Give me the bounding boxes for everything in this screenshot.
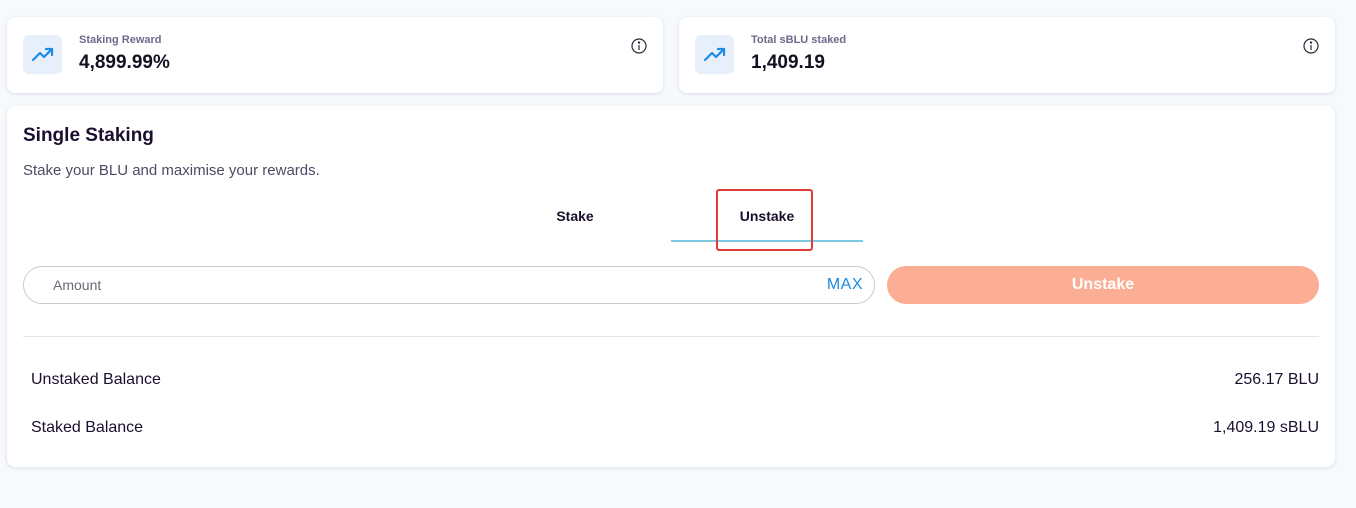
page-title: Single Staking: [23, 125, 154, 146]
tab-stake[interactable]: Stake: [479, 190, 671, 242]
amount-input[interactable]: [25, 268, 814, 302]
staked-balance-value: 1,409.19 sBLU: [1213, 419, 1319, 436]
stat-value: 1,409.19: [751, 52, 825, 73]
info-icon[interactable]: [631, 38, 647, 54]
page-subtitle: Stake your BLU and maximise your rewards…: [23, 162, 320, 179]
divider: [23, 336, 1319, 337]
unstaked-balance-value: 256.17 BLU: [1234, 371, 1319, 388]
stat-card-staking-reward: Staking Reward 4,899.99%: [7, 17, 663, 93]
trending-up-icon: [23, 35, 62, 74]
stat-card-total-staked: Total sBLU staked 1,409.19: [679, 17, 1335, 93]
staked-balance-label: Staked Balance: [31, 419, 144, 436]
unstaked-balance-label: Unstaked Balance: [31, 371, 161, 388]
stat-value: 4,899.99%: [79, 52, 170, 73]
trending-up-icon: [695, 35, 734, 74]
highlight-box: [716, 189, 813, 251]
tab-label: Stake: [556, 208, 594, 224]
single-staking-panel: Single Staking Stake your BLU and maximi…: [7, 106, 1335, 467]
amount-field: MAX: [23, 266, 875, 304]
max-button[interactable]: MAX: [827, 276, 863, 294]
info-icon[interactable]: [1303, 38, 1319, 54]
stat-label: Total sBLU staked: [751, 34, 847, 46]
stat-label: Staking Reward: [79, 34, 162, 46]
unstake-button[interactable]: Unstake: [887, 266, 1319, 304]
